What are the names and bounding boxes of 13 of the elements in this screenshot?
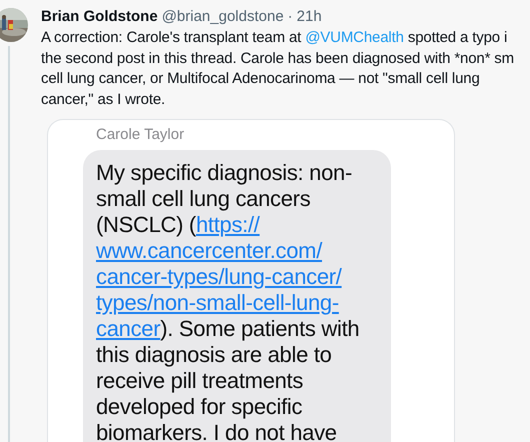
url-link[interactable]: cancer bbox=[96, 316, 160, 341]
url-link[interactable]: www.cancercenter.com/ bbox=[96, 238, 322, 263]
url-link[interactable]: types/non-small-cell-lung- bbox=[96, 290, 339, 315]
sender-name: Carole Taylor bbox=[95, 126, 186, 144]
post-text: A correction: Carole's transplant team at @VUMChealth spotted a typo i the second post in this thread. Carole has been diagnosed with *non* sm cell lung cancer, or Multifocal Adenocarinoma — not "small cell lung cancer," as I wrote. bbox=[41, 28, 515, 110]
separator: · bbox=[288, 8, 293, 26]
url-link[interactable]: cancer-types/lung-cancer/ bbox=[96, 264, 342, 289]
mention-link[interactable]: @VUMChealth bbox=[305, 29, 404, 46]
author-handle[interactable]: @brian_goldstone bbox=[162, 8, 284, 26]
author-name[interactable]: Brian Goldstone bbox=[41, 8, 158, 26]
post-time[interactable]: 21h bbox=[296, 8, 322, 26]
message-text: My specific diagnosis: non- small cell lung cancers (NSCLC) (https:// www.cancercenter.com/ cancer-types/lung-cancer/ types/non-small-cell-lung- cancer). Some patients with this diagnosis are able to receive pill treatments developed for specific biomarkers. I do not have bbox=[96, 160, 360, 442]
url-link[interactable]: https:// bbox=[196, 212, 260, 237]
